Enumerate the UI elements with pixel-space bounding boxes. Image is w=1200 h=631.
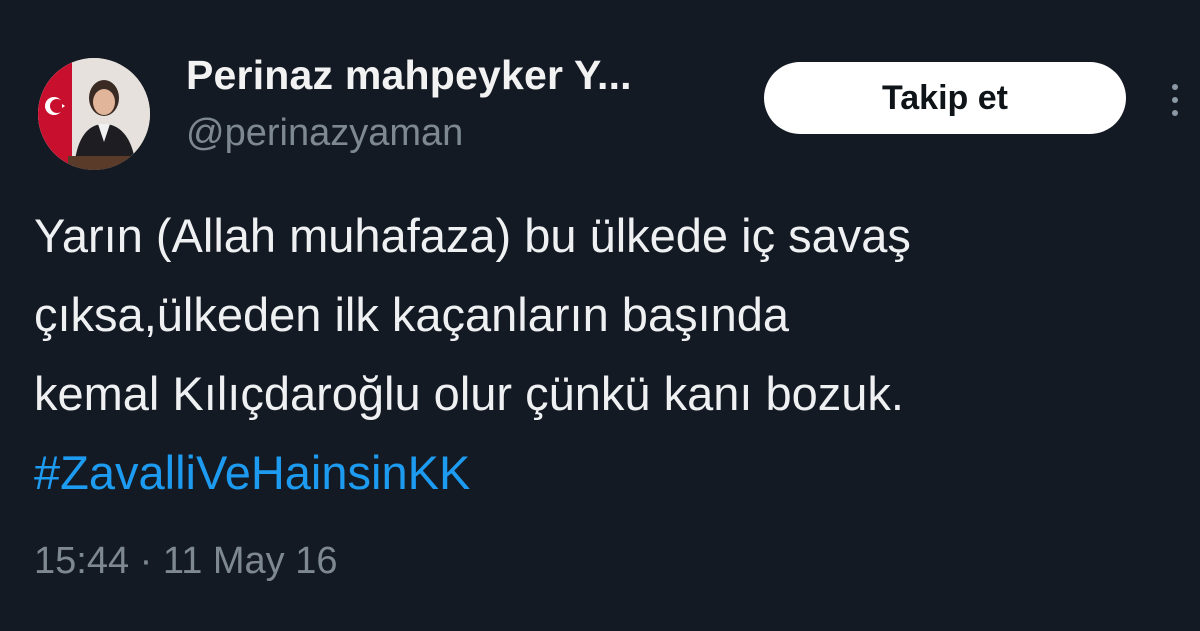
tweet-line: Yarın (Allah muhafaza) bu ülkede iç sava…: [34, 209, 911, 262]
tweet-line: çıksa,ülkeden ilk kaçanların başında: [34, 288, 790, 341]
more-dot: [1172, 84, 1178, 90]
follow-button[interactable]: Takip et: [764, 62, 1126, 134]
user-handle[interactable]: @perinazyaman: [186, 112, 463, 155]
tweet-card: Perinaz mahpeyker Y... @perinazyaman Tak…: [0, 0, 1200, 631]
more-vertical-icon[interactable]: [1160, 72, 1190, 128]
meta-separator: ·: [139, 540, 153, 582]
avatar[interactable]: [38, 58, 150, 170]
hashtag-link[interactable]: #ZavalliVeHainsinKK: [34, 433, 470, 512]
more-dot: [1172, 97, 1178, 103]
tweet-timestamp[interactable]: 15:44 · 11 May 16: [34, 540, 338, 583]
avatar-image: [38, 58, 150, 170]
more-dot: [1172, 110, 1178, 116]
display-name[interactable]: Perinaz mahpeyker Y...: [186, 52, 632, 99]
tweet-date: 11 May 16: [162, 540, 338, 582]
tweet-time: 15:44: [34, 540, 130, 582]
tweet-text: Yarın (Allah muhafaza) bu ülkede iç sava…: [34, 196, 1164, 512]
tweet-line: kemal Kılıçdaroğlu olur çünkü kanı bozuk…: [34, 367, 904, 420]
